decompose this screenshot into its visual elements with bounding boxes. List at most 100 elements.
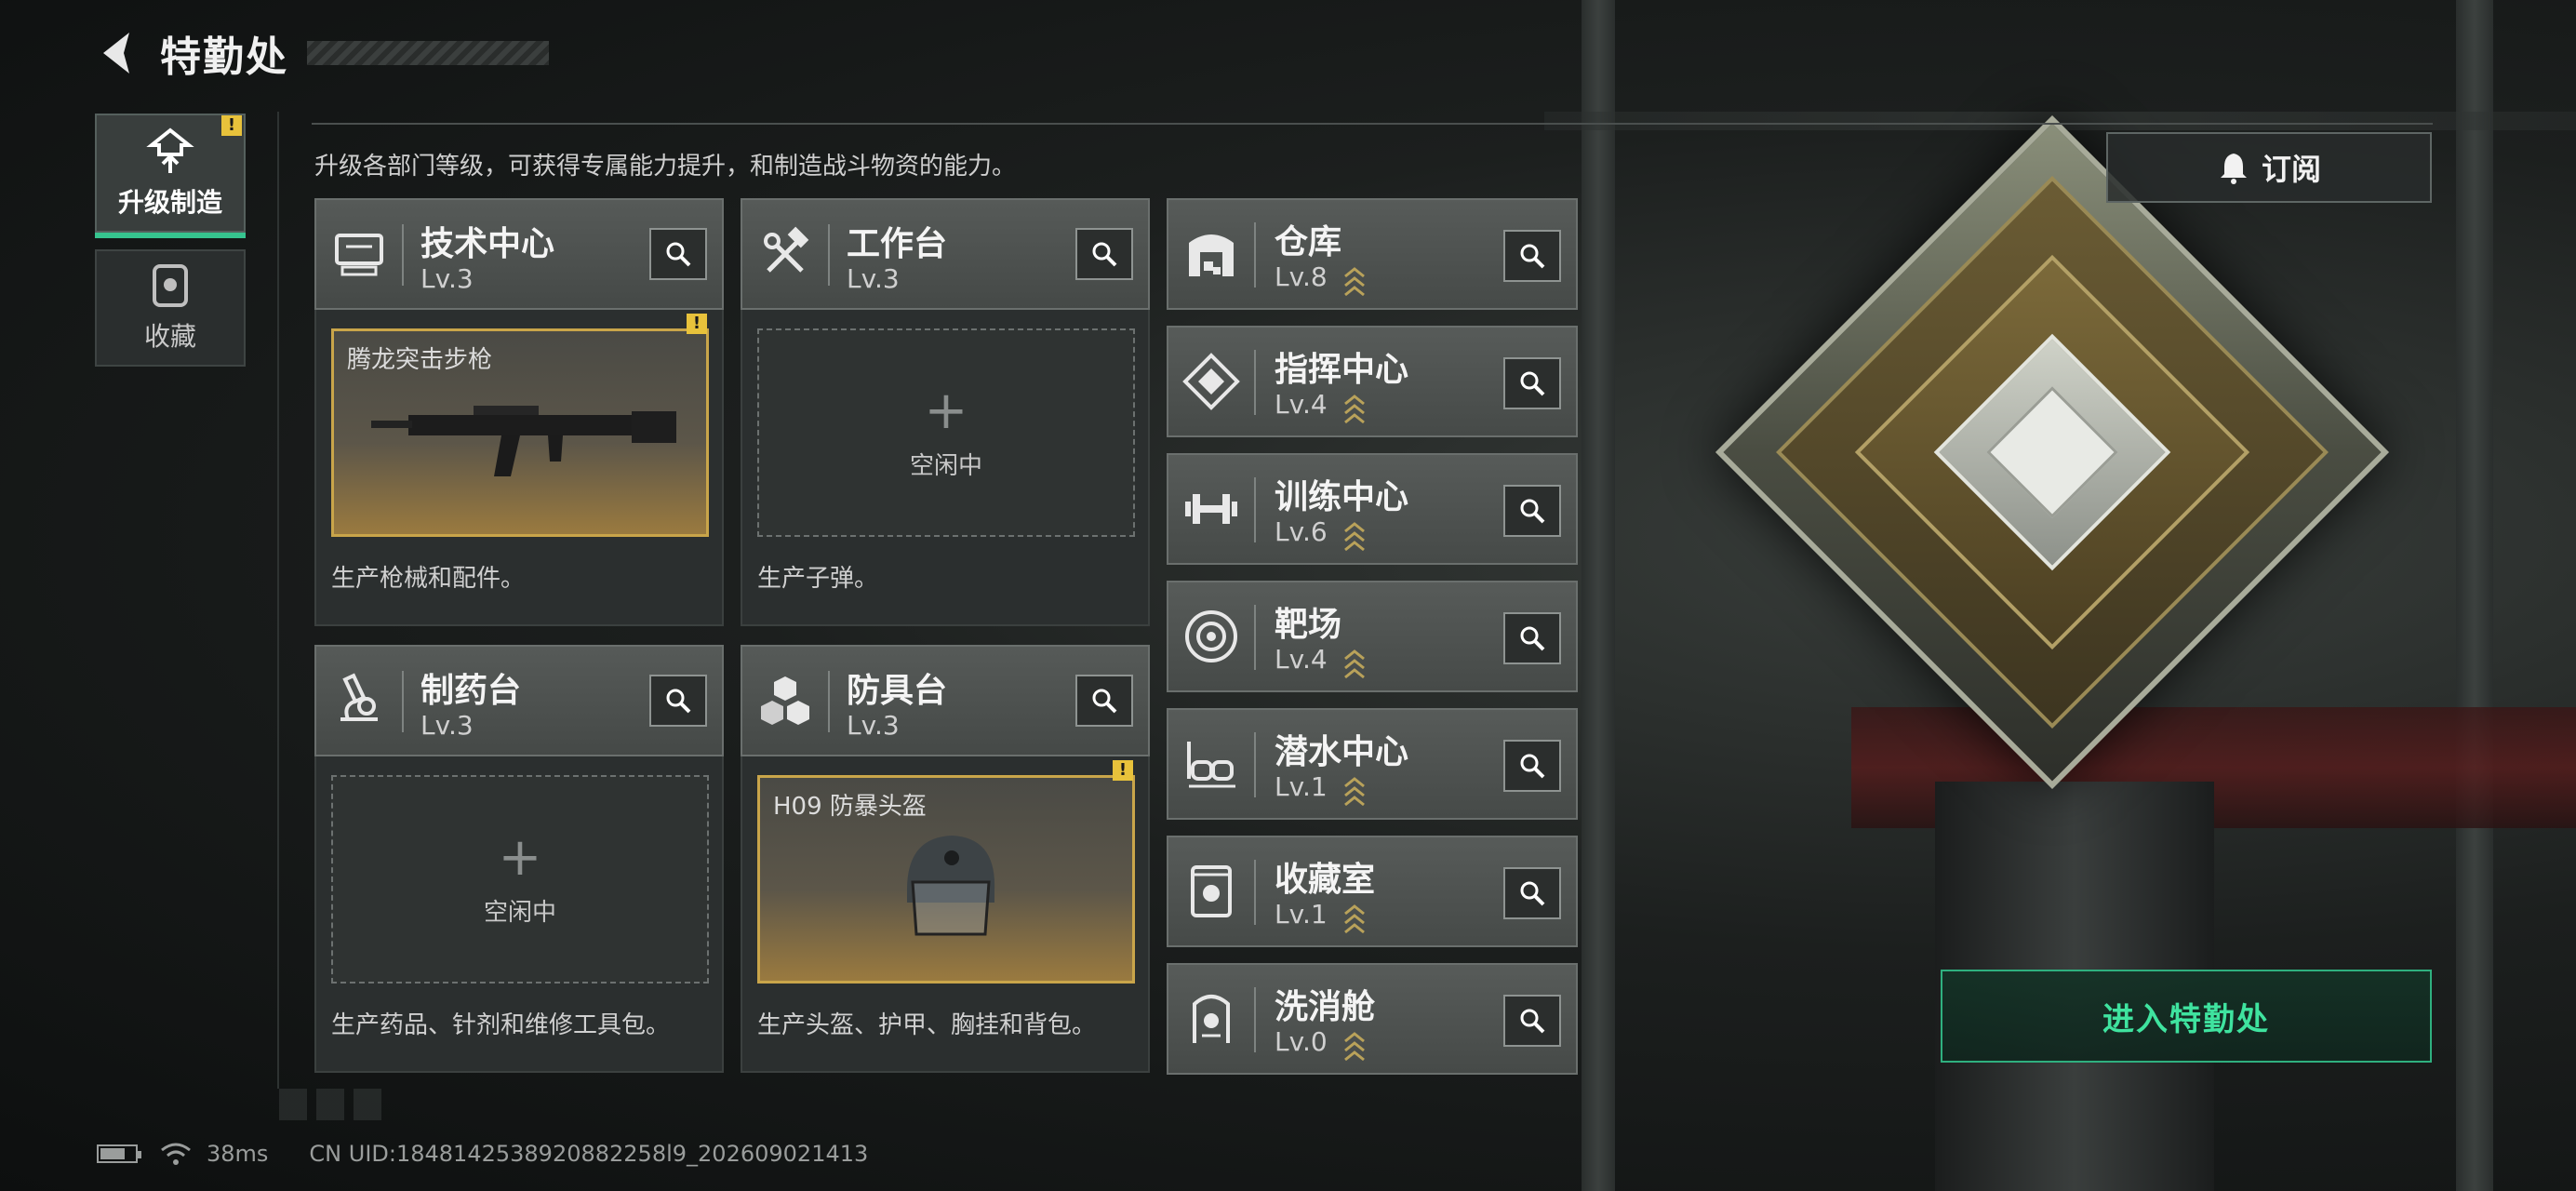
production-slot[interactable]: 腾龙突击步枪: [331, 328, 709, 537]
facility-name: 训练中心: [1275, 478, 1409, 516]
wifi-icon: [161, 1143, 191, 1165]
target-icon: [1185, 610, 1237, 662]
page-description: 升级各部门等级，可获得专属能力提升，和制造战斗物资的能力。: [314, 153, 1017, 181]
status-bar: 38ms CN UID:1848142538920882258l9_202609…: [97, 1141, 868, 1167]
microscope-icon: [340, 673, 378, 721]
facility-name: 指挥中心: [1275, 351, 1409, 389]
search-icon: [1092, 689, 1117, 714]
add-icon: +: [924, 380, 968, 441]
facility-name: 工作台: [847, 225, 948, 263]
inspect-button[interactable]: [649, 675, 707, 727]
facility-level: Lv.6: [1275, 516, 1328, 547]
facility-card-tech-center[interactable]: 技术中心 Lv.3 腾龙突击步枪 ! 生产枪械和配件。: [314, 198, 724, 626]
search-icon: [1092, 242, 1117, 267]
inspect-button[interactable]: [1075, 228, 1133, 280]
slot-idle-label: 空闲中: [483, 898, 556, 927]
facility-name: 靶场: [1275, 606, 1342, 644]
facility-card-workbench[interactable]: 工作台 Lv.3 + 空闲中 生产子弹。: [741, 198, 1150, 626]
facility-card-training-center[interactable]: 训练中心 Lv.6: [1167, 453, 1578, 565]
search-icon: [1520, 881, 1545, 906]
slot-item-name: H09 防暴头盔: [773, 793, 927, 821]
upgrade-icon: [146, 127, 194, 173]
facility-level: Lv.0: [1275, 1026, 1328, 1057]
facility-card-shooting-range[interactable]: 靶场 Lv.4: [1167, 581, 1578, 692]
back-button[interactable]: [93, 25, 140, 81]
search-icon: [1520, 499, 1545, 524]
inspect-button[interactable]: [1503, 867, 1561, 919]
assault-rifle-image: [371, 406, 676, 476]
slot-item-name: 腾龙突击步枪: [347, 346, 493, 374]
subscribe-label: 订阅: [2261, 152, 2321, 187]
facility-caption: 生产子弹。: [757, 565, 879, 593]
search-icon: [1520, 626, 1545, 651]
tab-collection[interactable]: 收藏: [95, 249, 246, 367]
facility-card-pharmacy[interactable]: 制药台 Lv.3 + 空闲中 生产药品、针剂和维修工具包。: [314, 645, 724, 1073]
production-slot[interactable]: H09 防暴头盔: [757, 775, 1135, 984]
inspect-button[interactable]: [1075, 675, 1133, 727]
display-case-icon: [1191, 865, 1232, 917]
production-slot-empty[interactable]: + 空闲中: [757, 328, 1135, 537]
facility-level: Lv.1: [1275, 899, 1328, 930]
facility-caption: 生产头盔、护甲、胸挂和背包。: [757, 1011, 1097, 1039]
alert-badge: !: [1113, 760, 1133, 781]
monitor-icon: [335, 234, 383, 276]
facility-name: 潜水中心: [1275, 733, 1409, 771]
page-title: 特勤处: [160, 33, 288, 81]
decorative-strip: [279, 1089, 391, 1120]
facility-card-decon-chamber[interactable]: 洗消舱 Lv.0: [1167, 963, 1578, 1075]
search-icon: [1520, 244, 1545, 269]
slot-idle-label: 空闲中: [909, 451, 982, 480]
ping-value: 38ms: [207, 1141, 269, 1167]
tab-label: 收藏: [143, 321, 196, 352]
search-icon: [1520, 371, 1545, 396]
add-icon: +: [498, 826, 542, 888]
upgrade-chevron-icon: [1344, 522, 1365, 552]
dumbbell-icon: [1185, 494, 1237, 524]
facility-name: 仓库: [1275, 223, 1342, 261]
facility-level: Lv.4: [1275, 644, 1328, 675]
production-slot-empty[interactable]: + 空闲中: [331, 775, 709, 984]
search-icon: [1520, 754, 1545, 779]
facility-level: Lv.1: [1275, 771, 1328, 802]
blocks-icon: [761, 676, 809, 725]
upgrade-chevron-icon: [1344, 777, 1365, 807]
tab-label: 升级制造: [117, 187, 222, 218]
inspect-button[interactable]: [1503, 230, 1561, 282]
search-icon: [666, 689, 691, 714]
inspect-button[interactable]: [1503, 357, 1561, 409]
alert-badge: !: [687, 314, 707, 334]
facility-name: 防具台: [847, 672, 948, 710]
search-icon: [666, 242, 691, 267]
upgrade-chevron-icon: [1344, 395, 1365, 424]
facility-caption: 生产枪械和配件。: [331, 565, 526, 593]
facility-card-warehouse[interactable]: 仓库 Lv.8: [1167, 198, 1578, 310]
enter-label: 进入特勤处: [2102, 1000, 2270, 1038]
inspect-button[interactable]: [1503, 485, 1561, 537]
user-uid: CN UID:1848142538920882258l9_20260902141…: [309, 1141, 869, 1167]
facility-level: Lv.4: [1275, 389, 1328, 420]
facility-card-command-center[interactable]: 指挥中心 Lv.4: [1167, 326, 1578, 437]
alert-badge: !: [221, 115, 242, 136]
facility-card-armor-bench[interactable]: 防具台 Lv.3 H09 防暴头盔 ! 生产头盔、护甲、胸挂和背包。: [741, 645, 1150, 1073]
inspect-button[interactable]: [1503, 612, 1561, 664]
enter-special-ops-button[interactable]: 进入特勤处: [1941, 970, 2432, 1063]
sidebar-divider: [277, 112, 279, 1089]
subscribe-button[interactable]: 订阅: [2106, 132, 2432, 203]
facility-card-diving-center[interactable]: 潜水中心 Lv.1: [1167, 708, 1578, 820]
facility-level: Lv.3: [420, 710, 474, 741]
facility-name: 制药台: [420, 672, 522, 710]
facility-card-collection-room[interactable]: 收藏室 Lv.1: [1167, 836, 1578, 947]
back-arrow-icon: [103, 33, 129, 74]
facility-name: 收藏室: [1275, 861, 1376, 899]
facility-caption: 生产药品、针剂和维修工具包。: [331, 1011, 671, 1039]
facility-name: 技术中心: [420, 225, 555, 263]
facility-level: Lv.8: [1275, 261, 1328, 292]
facility-name: 洗消舱: [1275, 988, 1376, 1026]
title-decoration: [307, 41, 549, 65]
inspect-button[interactable]: [649, 228, 707, 280]
tab-upgrade-craft[interactable]: 升级制造 !: [95, 114, 246, 238]
inspect-button[interactable]: [1503, 740, 1561, 792]
diving-mask-icon: [1187, 742, 1235, 788]
decon-icon: [1193, 995, 1230, 1043]
inspect-button[interactable]: [1503, 995, 1561, 1047]
